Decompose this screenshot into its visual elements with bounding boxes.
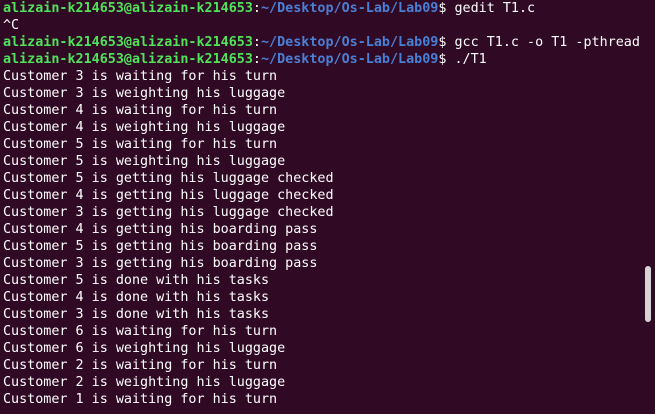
- prompt-user: alizain-k214653@alizain-k214653: [3, 52, 253, 67]
- output-line: Customer 3 is weighting his luggage: [3, 86, 286, 101]
- output-line: Customer 6 is weighting his luggage: [3, 341, 286, 356]
- output-line: Customer 5 is getting his luggage checke…: [3, 171, 334, 186]
- prompt-user: alizain-k214653@alizain-k214653: [3, 35, 253, 50]
- output-line: Customer 3 is getting his luggage checke…: [3, 205, 334, 220]
- output-line: Customer 5 is done with his tasks: [3, 273, 270, 288]
- output-line: Customer 5 is getting his boarding pass: [3, 239, 318, 254]
- output-line: Customer 1 is waiting for his turn: [3, 392, 278, 407]
- interrupt-line: ^C: [3, 18, 20, 33]
- output-line: Customer 4 is done with his tasks: [3, 290, 270, 305]
- output-line: Customer 3 is getting his boarding pass: [3, 256, 318, 271]
- prompt-path: ~/Desktop/Os-Lab/Lab09: [260, 1, 439, 16]
- output-line: Customer 6 is waiting for his turn: [3, 324, 278, 339]
- prompt-path: ~/Desktop/Os-Lab/Lab09: [260, 52, 439, 67]
- output-line: Customer 4 is weighting his luggage: [3, 120, 286, 135]
- prompt-line: alizain-k214653@alizain-k214653:~/Deskto…: [3, 52, 487, 67]
- command-text: gedit T1.c: [454, 1, 536, 16]
- command-text: gcc T1.c -o T1 -pthread: [454, 35, 640, 50]
- prompt-line: alizain-k214653@alizain-k214653:~/Deskto…: [3, 1, 536, 16]
- output-line: Customer 4 is getting his boarding pass: [3, 222, 318, 237]
- prompt-path: ~/Desktop/Os-Lab/Lab09: [260, 35, 439, 50]
- prompt-line: alizain-k214653@alizain-k214653:~/Deskto…: [3, 35, 640, 50]
- output-line: Customer 5 is waiting for his turn: [3, 137, 278, 152]
- output-line: Customer 4 is waiting for his turn: [3, 103, 278, 118]
- output-line: Customer 5 is weighting his luggage: [3, 154, 286, 169]
- output-line: Customer 3 is done with his tasks: [3, 307, 270, 322]
- command-text: ./T1: [454, 52, 487, 67]
- output-line: Customer 2 is weighting his luggage: [3, 375, 286, 390]
- terminal-output[interactable]: alizain-k214653@alizain-k214653:~/Deskto…: [3, 0, 641, 408]
- vertical-scrollbar[interactable]: [641, 0, 655, 414]
- prompt-user: alizain-k214653@alizain-k214653: [3, 1, 253, 16]
- scrollbar-thumb[interactable]: [645, 266, 651, 322]
- output-line: Customer 3 is waiting for his turn: [3, 69, 278, 84]
- terminal-window[interactable]: alizain-k214653@alizain-k214653:~/Deskto…: [0, 0, 655, 414]
- output-line: Customer 4 is getting his luggage checke…: [3, 188, 334, 203]
- output-line: Customer 2 is waiting for his turn: [3, 358, 278, 373]
